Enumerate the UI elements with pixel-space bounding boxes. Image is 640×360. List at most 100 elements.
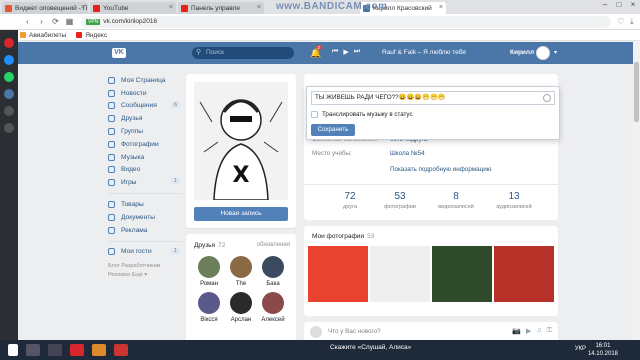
chevron-down-icon[interactable]: ▾: [554, 49, 557, 56]
download-icon[interactable]: ⤓: [630, 17, 634, 27]
browser-tab[interactable]: YouTube ×: [90, 2, 176, 14]
close-icon[interactable]: ×: [169, 4, 173, 11]
emoji-icon[interactable]: [543, 94, 551, 102]
close-icon[interactable]: ×: [81, 4, 85, 11]
nav-item-games[interactable]: Игры 1: [108, 176, 182, 189]
back-icon[interactable]: ‹: [22, 17, 33, 26]
music-icon[interactable]: ♫: [536, 327, 541, 335]
maximize-icon[interactable]: □: [612, 0, 626, 12]
messages-icon: [108, 102, 115, 110]
opera-icon[interactable]: [4, 38, 14, 48]
profile-counters: 72 друга 53 фотографии 8 видеозаписей 13 ауд…: [304, 184, 558, 220]
messenger-icon[interactable]: [4, 55, 14, 65]
alice-assistant-prompt[interactable]: Скажите «Слушай, Алиса»: [330, 344, 411, 351]
photo-thumb[interactable]: [370, 246, 430, 302]
next-track-icon[interactable]: ⏭: [354, 48, 360, 56]
nav-item-ads[interactable]: Реклама: [108, 224, 182, 237]
friends-header[interactable]: Друзья 72: [194, 242, 225, 249]
search-icon[interactable]: [26, 344, 40, 356]
nav-item-photos[interactable]: Фотографии: [108, 138, 182, 151]
vk-sidebar-icon[interactable]: [4, 89, 14, 99]
nav-item-video[interactable]: Видео: [108, 164, 182, 177]
friend-item[interactable]: The: [226, 256, 256, 287]
scroll-thumb[interactable]: [634, 62, 639, 122]
friend-item[interactable]: Віксся: [194, 292, 224, 323]
photo-thumb[interactable]: [308, 246, 368, 302]
save-button[interactable]: Сохранить: [311, 124, 355, 136]
photo-thumb[interactable]: [432, 246, 492, 302]
nav-item-guests[interactable]: Мои гости 1: [108, 246, 182, 259]
whatsapp-icon[interactable]: [4, 72, 14, 82]
new-post-box[interactable]: Что у Вас нового? 📷 ▶ ♫ ⚿: [304, 322, 558, 342]
friend-item[interactable]: Бака: [258, 256, 288, 287]
close-icon[interactable]: ×: [439, 4, 443, 11]
browser-tab[interactable]: Виджет оповещений - П ×: [2, 2, 88, 14]
nav-item-friends[interactable]: Друзья: [108, 112, 182, 125]
video-icon[interactable]: ▶: [526, 327, 531, 335]
friends-updates-link[interactable]: обновления: [257, 242, 290, 248]
youtube-icon: [181, 4, 188, 12]
prev-track-icon[interactable]: ⏮: [332, 48, 338, 56]
reload-icon[interactable]: ⟳: [50, 17, 61, 26]
nav-item-messages[interactable]: Сообщения 6: [108, 100, 182, 113]
friend-item[interactable]: Арслан: [226, 292, 256, 323]
info-value[interactable]: Школа №54: [390, 150, 425, 157]
now-playing[interactable]: Rauf & Faik – Я люблю тебя: [382, 49, 466, 56]
header-username[interactable]: Кирилл: [510, 49, 534, 56]
close-icon[interactable]: ×: [257, 4, 261, 11]
nav-item-groups[interactable]: Группы: [108, 125, 182, 138]
task-view-icon[interactable]: [48, 344, 62, 356]
show-more-info-link[interactable]: Показать подробную информацию: [390, 166, 492, 173]
speed-dial-icon[interactable]: [4, 106, 14, 116]
broadcast-music-checkbox[interactable]: Транслировать музыку в статус: [311, 111, 413, 118]
bandicam-icon[interactable]: [114, 344, 128, 356]
language-indicator[interactable]: УКР: [575, 346, 586, 352]
forward-icon[interactable]: ›: [36, 17, 47, 26]
camera-icon[interactable]: 📷: [512, 327, 521, 335]
friends-block: Друзья 72 обновления Роман The Бака Віксс…: [186, 234, 296, 346]
bookmark-heart-icon[interactable]: ♡: [617, 17, 624, 26]
nav-item-news[interactable]: Новости: [108, 87, 182, 100]
status-input[interactable]: ТЫ ЖИВЕШЬ РАДИ ЧЕГО??😀😀😀😁😁😁: [311, 91, 555, 105]
photos-header[interactable]: Мои фотографии 53: [312, 233, 374, 240]
windows-start-icon[interactable]: [8, 344, 18, 356]
nav-footer-links[interactable]: Блог Разработчикам Реклама Ещё ▾: [108, 262, 182, 280]
close-window-icon[interactable]: ×: [626, 0, 640, 12]
nav-item-music[interactable]: Музыка: [108, 151, 182, 164]
friend-item[interactable]: Роман: [194, 256, 224, 287]
nav-item-documents[interactable]: Документы: [108, 211, 182, 224]
friend-item[interactable]: Алексей: [258, 292, 288, 323]
notifications-bell-icon[interactable]: 🔔 2: [310, 45, 322, 59]
opera-taskbar-icon[interactable]: [70, 344, 84, 356]
url-field[interactable]: VPN vk.com/kirilop2016: [81, 15, 611, 28]
counter-audios[interactable]: 13 аудиозаписей: [484, 191, 544, 210]
profile-avatar[interactable]: X: [194, 82, 288, 200]
mini-player: ⏮ ▶ ⏭: [332, 48, 360, 56]
counter-videos[interactable]: 8 видеозаписей: [426, 191, 486, 210]
post-placeholder: Что у Вас нового?: [328, 328, 381, 335]
play-icon[interactable]: ▶: [343, 48, 348, 56]
tabs-grid-icon[interactable]: ▦: [64, 17, 75, 26]
avatar: [198, 292, 220, 314]
ads-icon: [108, 226, 115, 234]
new-post-button[interactable]: Новая запись: [194, 207, 288, 221]
system-clock[interactable]: 16:01 14.10.2018: [588, 342, 618, 358]
counter-photos[interactable]: 53 фотографии: [370, 191, 430, 210]
minimize-icon[interactable]: –: [598, 0, 612, 12]
browser-tab[interactable]: Панель управле ×: [178, 2, 264, 14]
bookmark-item[interactable]: Яндекс: [76, 32, 107, 39]
search-input[interactable]: ⚲ Поиск: [192, 47, 294, 59]
svg-text:X: X: [233, 163, 250, 188]
photo-thumb[interactable]: [494, 246, 554, 302]
header-avatar[interactable]: [536, 46, 550, 60]
vpn-badge[interactable]: VPN: [86, 18, 101, 25]
nav-item-goods[interactable]: Товары: [108, 198, 182, 211]
history-icon[interactable]: [4, 123, 14, 133]
vk-logo-icon[interactable]: VK: [112, 48, 126, 58]
page-scrollbar[interactable]: [633, 42, 640, 340]
folder-icon[interactable]: [92, 344, 106, 356]
bookmark-item[interactable]: Авиабилеты: [20, 32, 66, 39]
lock-icon[interactable]: ⚿: [547, 327, 552, 335]
nav-item-my-page[interactable]: Моя Страница: [108, 74, 182, 87]
notification-count: 2: [316, 45, 322, 50]
